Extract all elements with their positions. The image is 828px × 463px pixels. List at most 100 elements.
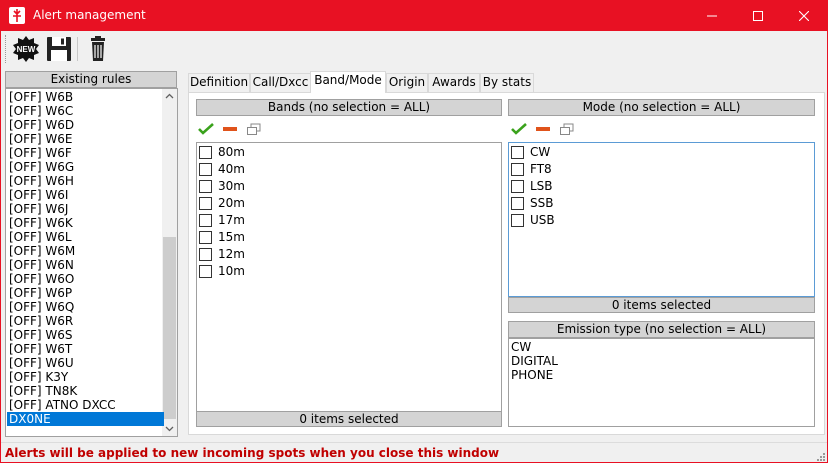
- resize-grip-icon: [817, 453, 825, 461]
- band-option-label: 15m: [218, 230, 245, 244]
- toolbar: NEW: [1, 31, 827, 67]
- mode-restore-button[interactable]: [559, 121, 575, 137]
- close-button[interactable]: [781, 1, 827, 31]
- restore-icon: [247, 123, 261, 135]
- emission-header: Emission type (no selection = ALL): [508, 321, 815, 338]
- rule-list-item[interactable]: [OFF] W6E: [7, 132, 164, 146]
- band-option-label: 12m: [218, 247, 245, 261]
- mode-list[interactable]: CW FT8 LSB SSB USB: [508, 142, 815, 297]
- band-option[interactable]: 80m: [199, 144, 399, 161]
- band-option[interactable]: 20m: [199, 195, 399, 212]
- rule-list-item[interactable]: [OFF] W6K: [7, 216, 164, 230]
- mode-option[interactable]: USB: [511, 212, 711, 229]
- tab-by-stats[interactable]: By stats: [480, 73, 534, 92]
- rule-list-item[interactable]: [OFF] W6O: [7, 272, 164, 286]
- band-checkbox[interactable]: [199, 180, 212, 193]
- rule-list-item[interactable]: [OFF] W6J: [7, 202, 164, 216]
- rule-list-item[interactable]: [OFF] W6F: [7, 146, 164, 160]
- band-option-label: 10m: [218, 264, 245, 278]
- mode-checkbox[interactable]: [511, 163, 524, 176]
- minimize-button[interactable]: [689, 1, 735, 31]
- rule-list-item[interactable]: [OFF] W6R: [7, 314, 164, 328]
- scroll-thumb[interactable]: [163, 237, 176, 419]
- mode-checkbox[interactable]: [511, 180, 524, 193]
- tab-call-dxcc[interactable]: Call/Dxcc: [250, 73, 311, 92]
- mode-clear-button[interactable]: [535, 121, 551, 137]
- mode-checkbox[interactable]: [511, 214, 524, 227]
- rule-list-item[interactable]: [OFF] W6B: [7, 90, 164, 104]
- band-checkbox[interactable]: [199, 163, 212, 176]
- bands-header: Bands (no selection = ALL): [196, 99, 502, 116]
- scroll-up-button[interactable]: [162, 89, 177, 104]
- tab-awards[interactable]: Awards: [428, 73, 480, 92]
- mode-header: Mode (no selection = ALL): [508, 99, 815, 116]
- mode-option[interactable]: LSB: [511, 178, 711, 195]
- band-option[interactable]: 10m: [199, 263, 399, 280]
- bands-check-all-button[interactable]: [198, 121, 214, 137]
- maximize-icon: [753, 11, 763, 21]
- band-checkbox[interactable]: [199, 265, 212, 278]
- rule-list-item[interactable]: [OFF] W6C: [7, 104, 164, 118]
- emission-list-item[interactable]: CW: [511, 340, 531, 354]
- resize-grip[interactable]: [815, 450, 825, 461]
- rule-list-item[interactable]: [OFF] W6M: [7, 244, 164, 258]
- band-checkbox[interactable]: [199, 248, 212, 261]
- rule-list-item[interactable]: [OFF] W6P: [7, 286, 164, 300]
- emission-list[interactable]: CW DIGITAL PHONE: [508, 338, 815, 427]
- emission-list-item[interactable]: PHONE: [511, 368, 553, 382]
- rule-list-item[interactable]: [OFF] W6T: [7, 342, 164, 356]
- save-button[interactable]: [44, 33, 74, 65]
- rule-list-item[interactable]: [OFF] W6Q: [7, 300, 164, 314]
- rule-list-item[interactable]: [OFF] K3Y: [7, 370, 164, 384]
- toolbar-separator: [77, 37, 78, 61]
- bands-restore-button[interactable]: [246, 121, 262, 137]
- band-option-label: 80m: [218, 145, 245, 159]
- existing-rules-header: Existing rules: [5, 71, 177, 88]
- band-checkbox[interactable]: [199, 197, 212, 210]
- tab-band-mode[interactable]: Band/Mode: [310, 71, 386, 93]
- band-checkbox[interactable]: [199, 214, 212, 227]
- band-option[interactable]: 17m: [199, 212, 399, 229]
- rules-scrollbar[interactable]: [162, 89, 177, 436]
- band-option[interactable]: 12m: [199, 246, 399, 263]
- rule-list-item[interactable]: [OFF] TN8K: [7, 384, 164, 398]
- app-icon: [9, 7, 25, 24]
- toolbar-grip[interactable]: [5, 35, 7, 63]
- rule-list-item[interactable]: [OFF] W6S: [7, 328, 164, 342]
- mode-checkbox[interactable]: [511, 146, 524, 159]
- mode-check-all-button[interactable]: [511, 121, 527, 137]
- rule-list-item[interactable]: [OFF] W6L: [7, 230, 164, 244]
- rule-list-item[interactable]: [OFF] W6G: [7, 160, 164, 174]
- band-option[interactable]: 15m: [199, 229, 399, 246]
- band-option[interactable]: 30m: [199, 178, 399, 195]
- tab-definition[interactable]: Definition: [188, 73, 250, 92]
- mode-tools: [511, 120, 591, 138]
- rule-list-item[interactable]: [OFF] W6I: [7, 188, 164, 202]
- rule-list-item[interactable]: [OFF] W6H: [7, 174, 164, 188]
- bands-clear-button[interactable]: [222, 121, 238, 137]
- rules-list[interactable]: [OFF] W6B [OFF] W6C [OFF] W6D [OFF] W6E [OFF…: [5, 88, 178, 437]
- emission-list-item[interactable]: DIGITAL: [511, 354, 558, 368]
- mode-option[interactable]: FT8: [511, 161, 711, 178]
- band-checkbox[interactable]: [199, 231, 212, 244]
- mode-option[interactable]: SSB: [511, 195, 711, 212]
- mode-option[interactable]: CW: [511, 144, 711, 161]
- rule-list-item[interactable]: [OFF] W6N: [7, 258, 164, 272]
- rule-list-item[interactable]: DX0NE: [7, 412, 164, 426]
- band-checkbox[interactable]: [199, 146, 212, 159]
- bands-list[interactable]: 80m 40m 30m 20m 17m 15m 12m 10m: [196, 142, 502, 412]
- band-option-label: 20m: [218, 196, 245, 210]
- band-option[interactable]: 40m: [199, 161, 399, 178]
- bands-selected-count: 0 items selected: [196, 411, 502, 427]
- status-bar: Alerts will be applied to new incoming s…: [1, 442, 827, 462]
- delete-rule-button[interactable]: [83, 33, 113, 65]
- new-rule-button[interactable]: NEW: [11, 33, 41, 65]
- rule-list-item[interactable]: [OFF] W6D: [7, 118, 164, 132]
- tab-label: By stats: [482, 75, 532, 89]
- maximize-button[interactable]: [735, 1, 781, 31]
- scroll-down-button[interactable]: [162, 421, 177, 436]
- rule-list-item[interactable]: [OFF] ATNO DXCC: [7, 398, 164, 412]
- rule-list-item[interactable]: [OFF] W6U: [7, 356, 164, 370]
- tab-origin[interactable]: Origin: [386, 73, 428, 92]
- mode-checkbox[interactable]: [511, 197, 524, 210]
